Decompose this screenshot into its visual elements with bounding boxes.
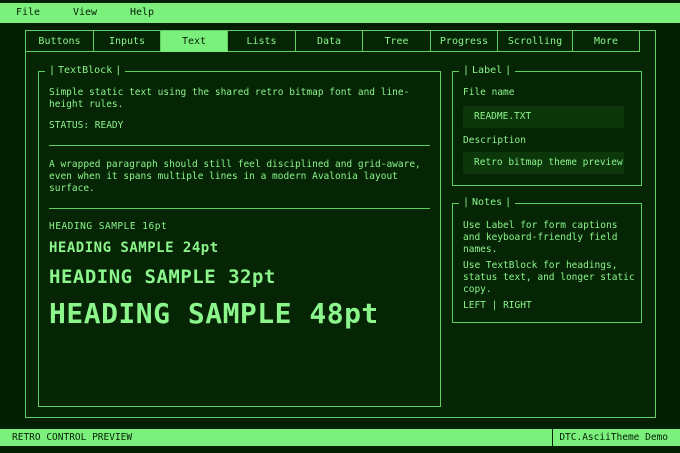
- menu-file[interactable]: File: [16, 3, 40, 23]
- description-label: Description: [463, 135, 526, 146]
- notes-line-1: Use Label for form captions and keyboard…: [463, 220, 624, 255]
- status-bar-left: RETRO CONTROL PREVIEW: [12, 432, 133, 443]
- menu-bar: File View Help: [0, 3, 680, 23]
- tab-text[interactable]: Text: [161, 31, 228, 52]
- tab-more[interactable]: More: [573, 31, 640, 52]
- textblock-paragraph: A wrapped paragraph should still feel di…: [49, 159, 427, 194]
- tab-progress[interactable]: Progress: [431, 31, 498, 52]
- notes-align-row: LEFT | RIGHT: [463, 300, 532, 311]
- divider-1: [49, 145, 430, 146]
- description-field[interactable]: Retro bitmap theme preview: [463, 152, 624, 174]
- textblock-intro: Simple static text using the shared retr…: [49, 87, 410, 110]
- menu-help[interactable]: Help: [130, 3, 154, 23]
- heading-48pt: HEADING SAMPLE 48pt: [49, 297, 379, 330]
- tab-buttons[interactable]: Buttons: [26, 31, 94, 52]
- heading-16pt: HEADING SAMPLE 16pt: [49, 221, 168, 232]
- divider-2: [49, 208, 430, 209]
- right-label: RIGHT: [503, 300, 532, 311]
- tab-strip: Buttons Inputs Text Lists Data Tree Prog…: [26, 31, 656, 52]
- heading-32pt: HEADING SAMPLE 32pt: [49, 266, 276, 288]
- label-group: Label File name README.TXT Description R…: [452, 64, 642, 186]
- tab-inputs[interactable]: Inputs: [94, 31, 161, 52]
- status-bar-right: DTC.AsciiTheme Demo: [552, 429, 668, 446]
- left-label: LEFT: [463, 300, 486, 311]
- textblock-group: TextBlock Simple static text using the s…: [38, 64, 441, 407]
- notes-group: Notes Use Label for form captions and ke…: [452, 196, 642, 323]
- file-name-label: File name: [463, 87, 515, 98]
- notes-legend: Notes: [459, 196, 516, 210]
- tab-scrolling[interactable]: Scrolling: [498, 31, 573, 52]
- textblock-legend: TextBlock: [45, 64, 126, 78]
- main-frame: Buttons Inputs Text Lists Data Tree Prog…: [25, 30, 656, 418]
- label-legend: Label: [459, 64, 516, 78]
- status-text: STATUS: READY: [49, 120, 124, 131]
- notes-line-2: Use TextBlock for headings, status text,…: [463, 260, 641, 295]
- tab-tree[interactable]: Tree: [363, 31, 431, 52]
- heading-24pt: HEADING SAMPLE 24pt: [49, 240, 219, 256]
- status-bar: RETRO CONTROL PREVIEW DTC.AsciiTheme Dem…: [0, 429, 680, 446]
- tab-lists[interactable]: Lists: [228, 31, 296, 52]
- menu-view[interactable]: View: [73, 3, 97, 23]
- file-name-field[interactable]: README.TXT: [463, 106, 624, 128]
- tab-data[interactable]: Data: [296, 31, 363, 52]
